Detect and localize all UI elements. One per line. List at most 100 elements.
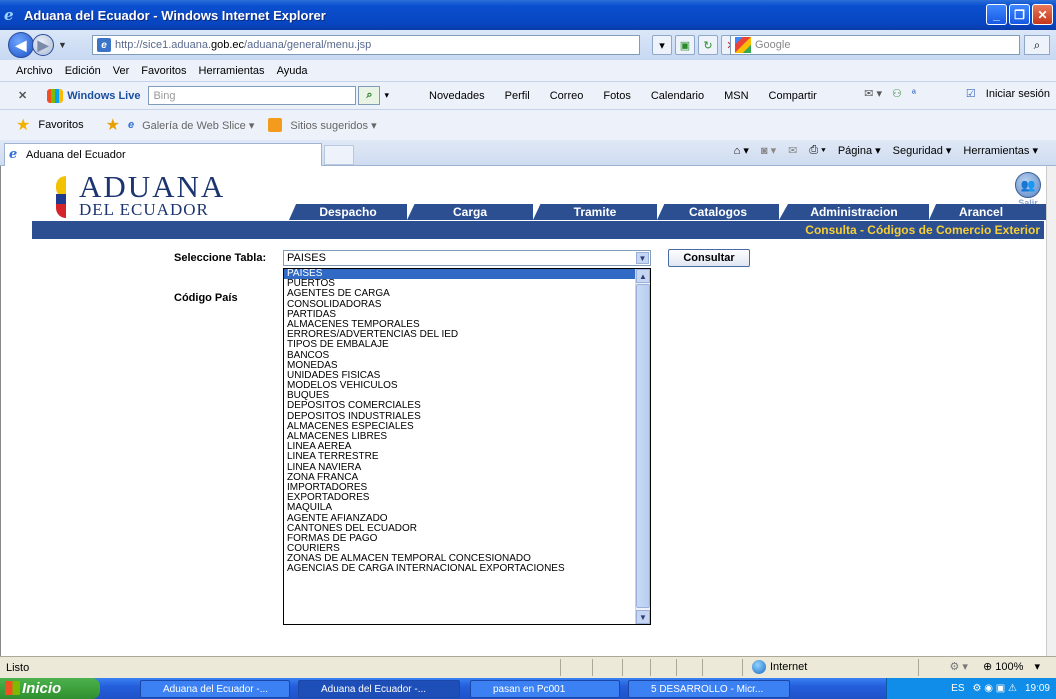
nav-carga[interactable]: Carga bbox=[407, 204, 533, 220]
menu-herramientas[interactable]: Herramientas bbox=[199, 65, 265, 77]
web-slice-icon: e bbox=[127, 119, 135, 131]
menu-archivo[interactable]: Archivo bbox=[16, 65, 53, 77]
start-button[interactable]: Inicio bbox=[0, 678, 100, 699]
favorites-item-suggested[interactable]: Sitios sugeridos ▾ bbox=[290, 119, 376, 132]
nav-administracion[interactable]: Administracion bbox=[779, 204, 929, 220]
scroll-up-icon[interactable]: ▲ bbox=[636, 269, 650, 283]
bing-search-button[interactable]: ⌕ bbox=[358, 86, 381, 105]
dropdown-option[interactable]: EXPORTADORES bbox=[284, 493, 637, 503]
live-link-fotos[interactable]: Fotos bbox=[603, 90, 631, 102]
dropdown-option[interactable]: MODELOS VEHICULOS bbox=[284, 380, 637, 391]
live-link-msn[interactable]: MSN bbox=[724, 90, 748, 102]
window-title: Aduana del Ecuador - Windows Internet Ex… bbox=[24, 7, 326, 23]
menu-bar: Archivo Edición Ver Favoritos Herramient… bbox=[0, 60, 1056, 82]
live-link-calendario[interactable]: Calendario bbox=[651, 90, 704, 102]
search-icon[interactable]: ⌕ bbox=[1024, 35, 1050, 55]
chevron-down-icon[interactable]: ▼ bbox=[636, 252, 649, 264]
protected-mode-icon[interactable]: ⚙ ▾ bbox=[949, 661, 967, 673]
search-input[interactable]: Google bbox=[730, 35, 1020, 55]
zoom-level: 100% bbox=[995, 661, 1024, 673]
page-icon: e bbox=[97, 38, 111, 52]
nav-tramite[interactable]: Tramite bbox=[533, 204, 657, 220]
live-link-novedades[interactable]: Novedades bbox=[429, 90, 485, 102]
nav-arancel[interactable]: Arancel bbox=[929, 204, 1047, 220]
nav-catalogos[interactable]: Catalogos bbox=[657, 204, 779, 220]
bing-search-input[interactable]: Bing bbox=[148, 86, 357, 105]
menu-favoritos[interactable]: Favoritos bbox=[141, 65, 186, 77]
favorites-star-icon[interactable]: ★ bbox=[16, 115, 30, 135]
status-text: Listo bbox=[6, 661, 30, 674]
language-indicator[interactable]: ES bbox=[951, 683, 964, 694]
history-dropdown-icon[interactable]: ▼ bbox=[58, 40, 67, 50]
maximize-button[interactable]: ❐ bbox=[1009, 4, 1030, 25]
translate-icon[interactable]: ª bbox=[912, 88, 916, 100]
new-tab-button[interactable] bbox=[324, 145, 354, 165]
windows-live-label: Windows Live bbox=[67, 89, 141, 102]
dropdown-option[interactable]: PAISES bbox=[284, 269, 637, 280]
logo-top-text: ADUANA bbox=[79, 169, 226, 204]
page-content: ADUANA DEL ECUADOR 👥 Salir Despacho Carg… bbox=[0, 166, 1047, 656]
google-logo-icon bbox=[735, 37, 751, 53]
zoom-dropdown-icon[interactable]: ▾ bbox=[1034, 661, 1040, 673]
favorites-item-web-slice[interactable]: Galería de Web Slice ▾ bbox=[142, 119, 254, 132]
salir-button[interactable]: 👥 Salir bbox=[1012, 172, 1044, 208]
dropdown-option[interactable]: TIPOS DE EMBALAJE bbox=[284, 340, 637, 350]
dropdown-option[interactable]: AGENCIAS DE CARGA INTERNACIONAL EXPORTAC… bbox=[284, 564, 637, 574]
url-prefix: http://sice1.aduana. bbox=[115, 39, 212, 51]
back-button[interactable]: ◀ bbox=[8, 32, 34, 58]
bing-dropdown-icon[interactable]: ▾ bbox=[384, 90, 389, 101]
tab-bar: e Aduana del Ecuador ⌂ ▾ ◙ ▾ ✉ ⎙ ▾ Págin… bbox=[0, 140, 1056, 166]
windows-live-toolbar: ✕ Windows Live Bing ⌕ ▾ Novedades Perfil… bbox=[0, 82, 1056, 110]
menu-ayuda[interactable]: Ayuda bbox=[277, 65, 308, 77]
dropdown-scrollbar[interactable]: ▲ ▼ bbox=[635, 269, 650, 624]
windows-live-brand[interactable]: Windows Live bbox=[47, 88, 141, 103]
add-favorite-icon[interactable]: ★ bbox=[106, 115, 120, 135]
favorites-label[interactable]: Favoritos bbox=[38, 119, 83, 131]
tabla-select[interactable]: PAISES ▼ bbox=[283, 250, 651, 266]
dropdown-option[interactable]: MAQUILA bbox=[284, 503, 637, 513]
scroll-thumb[interactable] bbox=[636, 284, 650, 608]
address-dropdown-icon[interactable]: ▾ bbox=[652, 35, 672, 55]
address-field[interactable]: e http://sice1.aduana. gob.ec/aduana/gene… bbox=[92, 35, 640, 55]
tray-icons[interactable]: ⚙ ◉ ▣ ⚠ bbox=[973, 683, 1017, 694]
command-seguridad[interactable]: Seguridad ▾ bbox=[893, 144, 952, 157]
menu-ver[interactable]: Ver bbox=[113, 65, 130, 77]
tab-title: Aduana del Ecuador bbox=[26, 149, 126, 161]
consultar-button[interactable]: Consultar bbox=[668, 249, 750, 267]
refresh-icon[interactable]: ↻ bbox=[698, 35, 718, 55]
taskbar-item-2[interactable]: Aduana del Ecuador -... bbox=[298, 680, 460, 698]
forward-button[interactable]: ▶ bbox=[32, 34, 54, 56]
dropdown-option[interactable]: CONSOLIDADORAS bbox=[284, 299, 637, 310]
checkbox-icon[interactable]: ☑ bbox=[966, 87, 976, 100]
taskbar-item-1[interactable]: Aduana del Ecuador -... bbox=[140, 680, 290, 698]
close-button[interactable]: ✕ bbox=[1032, 4, 1053, 25]
security-zone[interactable]: Internet bbox=[752, 660, 807, 674]
command-herramientas[interactable]: Herramientas ▾ bbox=[963, 144, 1038, 157]
signin-link[interactable]: Iniciar sesión bbox=[986, 88, 1050, 100]
menu-edicion[interactable]: Edición bbox=[65, 65, 101, 77]
nav-despacho[interactable]: Despacho bbox=[289, 204, 407, 220]
command-pagina[interactable]: Página ▾ bbox=[838, 144, 881, 157]
home-icon[interactable]: ⌂ ▾ bbox=[734, 144, 749, 157]
tab-page-icon: e bbox=[9, 147, 18, 162]
taskbar-item-3[interactable]: pasan en Pc001 bbox=[470, 680, 620, 698]
live-link-perfil[interactable]: Perfil bbox=[505, 90, 530, 102]
feeds-icon[interactable]: ◙ ▾ bbox=[761, 144, 776, 157]
aduana-logo-mark bbox=[56, 176, 76, 220]
contacts-icon[interactable]: ⚇ bbox=[892, 87, 902, 100]
compatibility-icon[interactable]: ▣ bbox=[675, 35, 695, 55]
favorites-bar: ★ Favoritos ★ e Galería de Web Slice ▾ S… bbox=[0, 110, 1056, 140]
zone-label: Internet bbox=[770, 661, 808, 673]
live-link-compartir[interactable]: Compartir bbox=[769, 90, 817, 102]
print-icon[interactable]: ⎙ ▾ bbox=[809, 144, 825, 157]
live-link-correo[interactable]: Correo bbox=[550, 90, 584, 102]
zoom-control[interactable]: ⚙ ▾ ⊕ 100% ▾ bbox=[949, 660, 1040, 673]
minimize-button[interactable]: _ bbox=[986, 4, 1007, 25]
mail-icon[interactable]: ✉ ▾ bbox=[864, 87, 882, 100]
read-mail-icon[interactable]: ✉ bbox=[788, 144, 797, 157]
scroll-down-icon[interactable]: ▼ bbox=[636, 610, 650, 624]
close-toolbar-icon[interactable]: ✕ bbox=[18, 89, 27, 102]
page-scrollbar[interactable] bbox=[1046, 166, 1056, 656]
taskbar-item-4[interactable]: 5 DESARROLLO - Micr... bbox=[628, 680, 790, 698]
tab-aduana[interactable]: e Aduana del Ecuador bbox=[4, 143, 322, 166]
